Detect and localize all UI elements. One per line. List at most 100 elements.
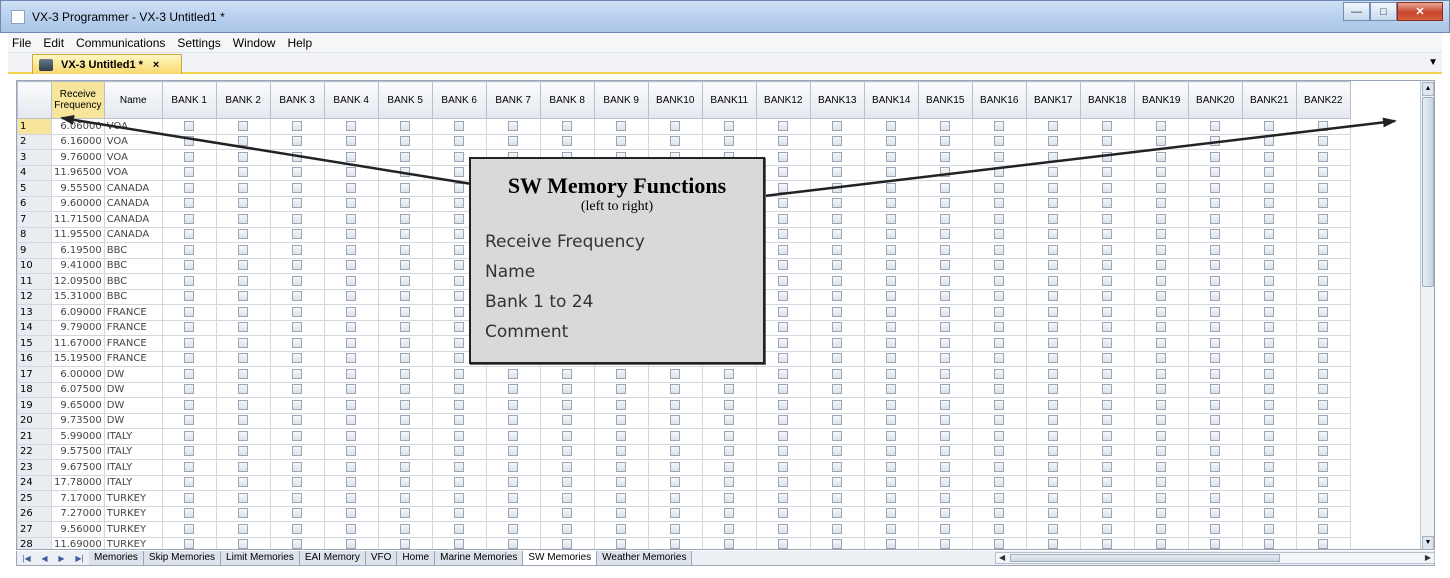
row-number[interactable]: 14 (17, 319, 52, 336)
bank-checkbox[interactable] (1318, 399, 1329, 410)
bank-checkbox[interactable] (616, 415, 627, 426)
bank-checkbox[interactable] (1264, 415, 1275, 426)
bank-checkbox[interactable] (400, 368, 411, 379)
bank-checkbox[interactable] (1156, 368, 1167, 379)
bank-checkbox[interactable] (1210, 337, 1221, 348)
bank-checkbox[interactable] (886, 539, 897, 549)
bank-checkbox[interactable] (616, 523, 627, 534)
bank-checkbox[interactable] (1264, 461, 1275, 472)
frequency-cell[interactable]: 6.07500 (51, 381, 105, 398)
bank-checkbox[interactable] (1156, 384, 1167, 395)
bank-checkbox[interactable] (562, 539, 573, 549)
bank-checkbox[interactable] (670, 446, 681, 457)
bank-checkbox[interactable] (724, 461, 735, 472)
bank-checkbox[interactable] (454, 477, 465, 488)
bank-checkbox[interactable] (832, 353, 843, 364)
bank-checkbox[interactable] (994, 523, 1005, 534)
bank-checkbox[interactable] (400, 260, 411, 271)
bank-checkbox[interactable] (1156, 120, 1167, 131)
bank-checkbox[interactable] (832, 384, 843, 395)
bank-checkbox[interactable] (184, 477, 195, 488)
bank-checkbox[interactable] (616, 461, 627, 472)
bank-checkbox[interactable] (400, 244, 411, 255)
bank-checkbox[interactable] (1318, 136, 1329, 147)
bank-checkbox[interactable] (454, 322, 465, 333)
bank-checkbox[interactable] (940, 368, 951, 379)
bank-checkbox[interactable] (670, 461, 681, 472)
bank-checkbox[interactable] (886, 492, 897, 503)
bank-checkbox[interactable] (292, 337, 303, 348)
bank-checkbox[interactable] (832, 151, 843, 162)
name-cell[interactable]: BBC (103, 257, 163, 274)
bank-checkbox[interactable] (1264, 430, 1275, 441)
bank-checkbox[interactable] (1210, 492, 1221, 503)
sheet-tab[interactable]: EAI Memory (299, 551, 366, 565)
bank-checkbox[interactable] (346, 167, 357, 178)
column-header-bank[interactable]: BANK 8 (539, 81, 595, 119)
bank-checkbox[interactable] (1048, 322, 1059, 333)
bank-checkbox[interactable] (238, 539, 249, 549)
bank-checkbox[interactable] (1048, 508, 1059, 519)
bank-checkbox[interactable] (292, 306, 303, 317)
bank-checkbox[interactable] (292, 182, 303, 193)
row-number[interactable]: 23 (17, 459, 52, 476)
bank-checkbox[interactable] (1264, 244, 1275, 255)
bank-checkbox[interactable] (508, 523, 519, 534)
bank-checkbox[interactable] (1264, 275, 1275, 286)
bank-checkbox[interactable] (886, 213, 897, 224)
bank-checkbox[interactable] (292, 415, 303, 426)
bank-checkbox[interactable] (670, 415, 681, 426)
bank-checkbox[interactable] (1318, 151, 1329, 162)
bank-checkbox[interactable] (400, 461, 411, 472)
bank-checkbox[interactable] (1156, 275, 1167, 286)
bank-checkbox[interactable] (778, 399, 789, 410)
bank-checkbox[interactable] (1156, 213, 1167, 224)
bank-checkbox[interactable] (1210, 415, 1221, 426)
bank-checkbox[interactable] (238, 151, 249, 162)
bank-checkbox[interactable] (1156, 306, 1167, 317)
bank-checkbox[interactable] (1156, 446, 1167, 457)
bank-checkbox[interactable] (292, 167, 303, 178)
bank-checkbox[interactable] (778, 384, 789, 395)
bank-checkbox[interactable] (292, 353, 303, 364)
bank-checkbox[interactable] (832, 337, 843, 348)
frequency-cell[interactable]: 7.17000 (51, 490, 105, 507)
bank-checkbox[interactable] (1156, 167, 1167, 178)
bank-checkbox[interactable] (940, 415, 951, 426)
bank-checkbox[interactable] (994, 461, 1005, 472)
bank-checkbox[interactable] (1210, 198, 1221, 209)
bank-checkbox[interactable] (454, 120, 465, 131)
name-cell[interactable]: DW (103, 381, 163, 398)
bank-checkbox[interactable] (886, 399, 897, 410)
bank-checkbox[interactable] (724, 492, 735, 503)
frequency-cell[interactable]: 9.76000 (51, 149, 105, 166)
bank-checkbox[interactable] (454, 368, 465, 379)
bank-checkbox[interactable] (778, 213, 789, 224)
column-header-bank[interactable]: BANK21 (1241, 81, 1297, 119)
bank-checkbox[interactable] (184, 461, 195, 472)
bank-checkbox[interactable] (1156, 430, 1167, 441)
bank-checkbox[interactable] (778, 322, 789, 333)
sheet-tab[interactable]: Memories (89, 551, 144, 565)
row-number[interactable]: 12 (17, 288, 52, 305)
row-number[interactable]: 17 (17, 366, 52, 383)
bank-checkbox[interactable] (508, 120, 519, 131)
horizontal-scrollbar[interactable]: ◀ ▶ (995, 552, 1435, 564)
bank-checkbox[interactable] (778, 368, 789, 379)
bank-checkbox[interactable] (832, 492, 843, 503)
bank-checkbox[interactable] (292, 322, 303, 333)
menu-window[interactable]: Window (233, 36, 276, 50)
sheet-tab[interactable]: Skip Memories (143, 551, 222, 565)
bank-checkbox[interactable] (886, 322, 897, 333)
column-header-bank[interactable]: BANK11 (701, 81, 757, 119)
bank-checkbox[interactable] (940, 229, 951, 240)
name-cell[interactable]: DW (103, 412, 163, 429)
bank-checkbox[interactable] (1264, 353, 1275, 364)
bank-checkbox[interactable] (940, 182, 951, 193)
bank-checkbox[interactable] (1102, 415, 1113, 426)
bank-checkbox[interactable] (778, 353, 789, 364)
bank-checkbox[interactable] (346, 446, 357, 457)
bank-checkbox[interactable] (400, 275, 411, 286)
bank-checkbox[interactable] (1318, 213, 1329, 224)
bank-checkbox[interactable] (1210, 353, 1221, 364)
